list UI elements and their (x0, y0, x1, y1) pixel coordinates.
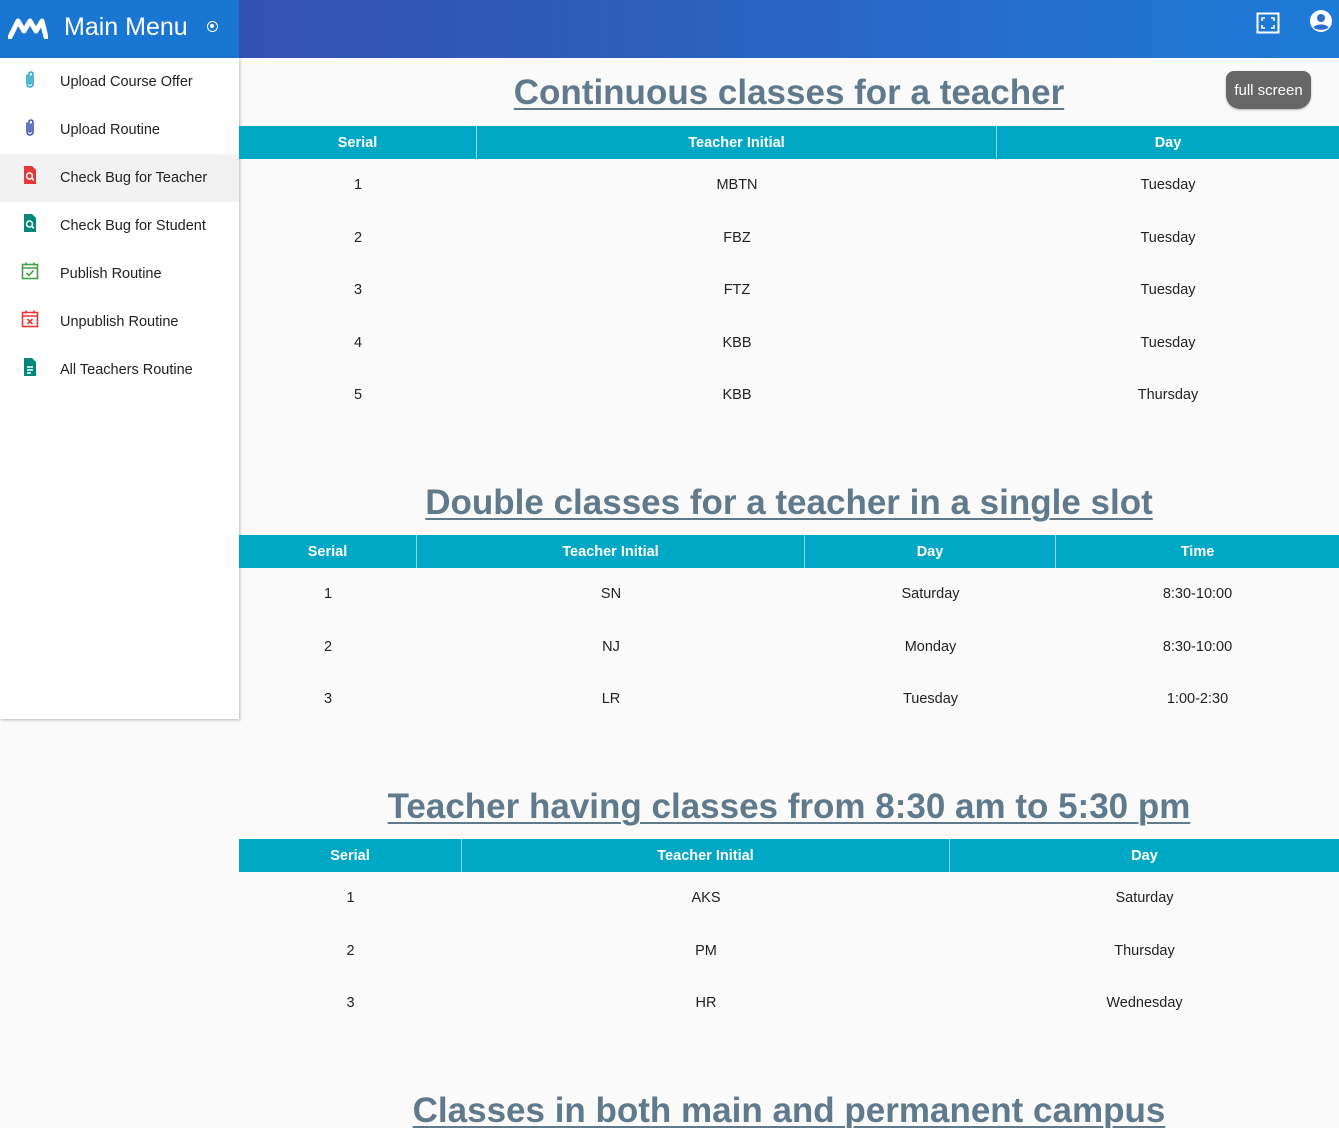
sidebar-item-label: Unpublish Routine (60, 314, 179, 330)
cell-teacher-initial: PM (695, 942, 717, 959)
table-row: 3 LR Tuesday 1:00-2:30 (239, 673, 1339, 726)
column-header-serial[interactable]: Serial (239, 126, 477, 159)
paperclip-icon (26, 71, 34, 88)
cell-teacher-initial: LR (601, 691, 621, 708)
sidebar-item-check-bug-teacher[interactable]: Check Bug for Teacher (0, 154, 239, 202)
sidebar-menu: Upload Course Offer Upload Routine Check… (0, 58, 239, 719)
continuous-classes-table: Serial Teacher Initial Day 1 MBTN Tuesda… (239, 126, 1339, 422)
sidebar-item-label: Upload Routine (60, 122, 160, 138)
fullscreen-icon[interactable] (1256, 12, 1280, 34)
cell-time: 8:30-10:00 (1162, 638, 1233, 655)
cell-time: 1:00-2:30 (1166, 691, 1229, 708)
table-row: 2 PM Thursday (239, 925, 1339, 978)
cell-teacher-initial: AKS (691, 890, 721, 907)
paperclip-icon (26, 119, 34, 136)
cell-teacher-initial: NJ (602, 638, 620, 655)
cell-teacher-initial: KBB (722, 334, 752, 351)
table-header-row: Serial Teacher Initial Day Time (239, 535, 1339, 568)
sidebar-item-label: All Teachers Routine (60, 362, 193, 378)
column-header-serial[interactable]: Serial (239, 535, 417, 568)
cell-serial: 3 (346, 995, 355, 1012)
cell-day: Tuesday (902, 691, 959, 708)
table-row: 1 MBTN Tuesday (239, 159, 1339, 212)
cell-day: Thursday (1114, 942, 1175, 959)
section-title-double-classes: Double classes for a teacher in a single… (425, 483, 1153, 522)
cell-teacher-initial: SN (600, 586, 622, 603)
section-title-both-campus: Classes in both main and permanent campu… (412, 1091, 1166, 1128)
cell-serial: 3 (323, 691, 333, 708)
table-header-row: Serial Teacher Initial Day (239, 839, 1339, 872)
cell-day: Tuesday (1140, 282, 1196, 299)
column-header-teacher-initial[interactable]: Teacher Initial (417, 535, 805, 568)
cell-day: Thursday (1137, 387, 1199, 404)
cell-teacher-initial: HR (695, 995, 717, 1012)
column-header-day[interactable]: Day (997, 126, 1339, 159)
double-classes-table: Serial Teacher Initial Day Time 1 SN Sat… (239, 535, 1339, 726)
cell-day: Saturday (901, 586, 960, 603)
table-row: 3 HR Wednesday (239, 977, 1339, 1030)
cell-serial: 1 (353, 177, 363, 194)
column-header-serial[interactable]: Serial (239, 839, 462, 872)
table-row: 3 FTZ Tuesday (239, 264, 1339, 317)
cell-time: 8:30-10:00 (1162, 586, 1233, 603)
file-search-icon (24, 214, 36, 232)
column-header-time[interactable]: Time (1056, 535, 1339, 568)
sidebar-item-publish-routine[interactable]: Publish Routine (0, 250, 239, 298)
account-circle-icon[interactable] (1309, 9, 1333, 33)
cell-serial: 4 (353, 334, 363, 351)
table-row: 2 FBZ Tuesday (239, 212, 1339, 265)
sidebar-item-unpublish-routine[interactable]: Unpublish Routine (0, 298, 239, 346)
main-menu-title[interactable]: Main Menu (64, 12, 188, 42)
file-document-icon (24, 358, 36, 376)
section-title-continuous-classes: Continuous classes for a teacher (513, 73, 1065, 112)
cell-day: Tuesday (1140, 229, 1196, 246)
cell-teacher-initial: MBTN (716, 177, 758, 194)
radio-icon[interactable] (207, 21, 218, 32)
sidebar-item-upload-course-offer[interactable]: Upload Course Offer (0, 58, 239, 106)
cell-serial: 2 (323, 638, 333, 655)
top-app-bar: Main Menu (0, 0, 1339, 58)
brand-area: Main Menu (0, 0, 239, 58)
cell-serial: 2 (346, 942, 355, 959)
cell-teacher-initial: FBZ (723, 229, 751, 246)
cell-day: Monday (904, 638, 957, 655)
table-row: 1 AKS Saturday (239, 872, 1339, 925)
full-day-classes-table: Serial Teacher Initial Day 1 AKS Saturda… (239, 839, 1339, 1030)
sidebar-item-check-bug-student[interactable]: Check Bug for Student (0, 202, 239, 250)
cell-serial: 1 (346, 890, 355, 907)
cell-teacher-initial: KBB (722, 387, 752, 404)
sidebar-item-label: Upload Course Offer (60, 74, 193, 90)
cell-day: Wednesday (1106, 995, 1183, 1012)
file-search-icon (24, 166, 36, 184)
sidebar-item-upload-routine[interactable]: Upload Routine (0, 106, 239, 154)
cell-teacher-initial: FTZ (723, 282, 751, 299)
cell-day: Tuesday (1140, 334, 1196, 351)
logo-icon (8, 18, 48, 39)
cell-serial: 1 (323, 586, 333, 603)
cell-serial: 5 (353, 387, 363, 404)
table-header-row: Serial Teacher Initial Day (239, 126, 1339, 159)
calendar-check-icon (21, 262, 39, 280)
cell-day: Tuesday (1140, 177, 1196, 194)
sidebar-item-label: Check Bug for Teacher (60, 170, 208, 186)
cell-serial: 2 (353, 229, 363, 246)
sidebar-item-all-teachers-routine[interactable]: All Teachers Routine (0, 346, 239, 394)
table-row: 4 KBB Tuesday (239, 317, 1339, 370)
column-header-day[interactable]: Day (950, 839, 1339, 872)
cell-day: Saturday (1115, 890, 1174, 907)
sidebar-item-label: Check Bug for Student (60, 218, 206, 234)
column-header-teacher-initial[interactable]: Teacher Initial (477, 126, 997, 159)
section-title-full-day-classes: Teacher having classes from 8:30 am to 5… (387, 787, 1191, 826)
cell-serial: 3 (353, 282, 363, 299)
table-row: 2 NJ Monday 8:30-10:00 (239, 621, 1339, 674)
calendar-remove-icon (21, 310, 39, 328)
table-row: 1 SN Saturday 8:30-10:00 (239, 568, 1339, 621)
table-row: 5 KBB Thursday (239, 369, 1339, 422)
column-header-day[interactable]: Day (805, 535, 1056, 568)
sidebar-item-label: Publish Routine (60, 266, 162, 282)
column-header-teacher-initial[interactable]: Teacher Initial (462, 839, 950, 872)
